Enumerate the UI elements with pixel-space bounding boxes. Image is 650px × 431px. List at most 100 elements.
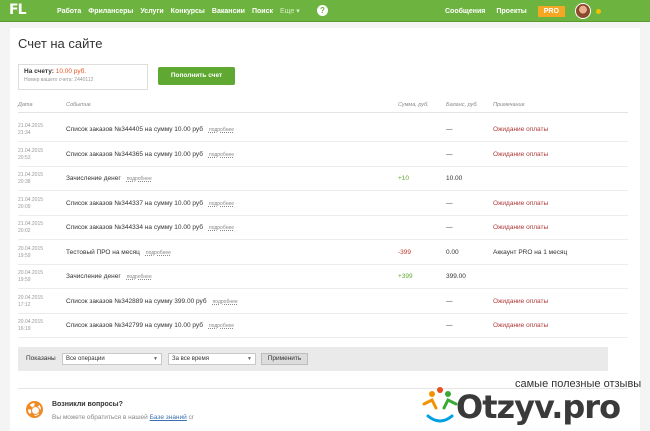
- filter-bar: Показаны Все операции ▼ За все время ▼ П…: [18, 347, 608, 371]
- row-date-day: 21.04.2015: [18, 221, 44, 227]
- row-note: Ожидание оплаты: [493, 224, 549, 231]
- nav-more-dropdown[interactable]: Еще ▾: [280, 7, 300, 15]
- row-balance: 0.00: [446, 248, 459, 256]
- row-event-text: Зачисление денег: [66, 175, 121, 182]
- nav-contests[interactable]: Конкурсы: [171, 8, 205, 15]
- chevron-down-icon: ▾: [296, 8, 300, 15]
- account-balance-box: На счету: 10.00 руб. Номер вашего счета:…: [18, 64, 148, 90]
- row-date-time: 19:59: [18, 252, 31, 259]
- table-row: 20.04.2015 16:19 Список заказов №342799 на…: [18, 314, 628, 338]
- fl-logo[interactable]: FL: [9, 2, 27, 18]
- row-balance: —: [446, 126, 453, 133]
- row-date: 21.04.2015 21:34: [18, 123, 43, 137]
- page-title: Счет на сайте: [18, 36, 103, 51]
- row-balance: —: [446, 224, 453, 231]
- chevron-down-icon: ▼: [153, 356, 158, 362]
- row-event: Зачисление денег подробнее: [66, 175, 152, 182]
- row-sum: +10: [398, 175, 410, 182]
- details-link[interactable]: подробнее: [209, 323, 234, 329]
- row-event: Список заказов №344337 на сумму 10.00 ру…: [66, 200, 234, 207]
- row-event: Список заказов №344365 на сумму 10.00 ру…: [66, 151, 234, 158]
- pro-badge[interactable]: PRO: [537, 5, 565, 17]
- row-sum: -399: [398, 248, 412, 256]
- chevron-down-icon: ▼: [247, 356, 252, 362]
- header-balance: Баланс, руб.: [446, 102, 478, 108]
- header-event: Событие: [66, 102, 91, 108]
- knowledge-base-link[interactable]: Базе знаний: [150, 414, 187, 421]
- projects-link[interactable]: Проекты: [496, 8, 526, 15]
- watermark-brand: Otzyv.pro: [456, 388, 621, 426]
- header-note: Примечание: [493, 102, 525, 108]
- row-date-time: 20:53: [18, 154, 31, 161]
- period-select-value: За все время: [172, 356, 209, 362]
- row-date-day: 21.04.2015: [18, 123, 44, 129]
- user-menu: Сообщения Проекты PRO: [445, 0, 601, 22]
- details-link[interactable]: подробнее: [209, 225, 234, 231]
- row-date-time: 20:38: [18, 179, 31, 185]
- row-date-day: 20.04.2015: [18, 294, 44, 301]
- details-link[interactable]: подробнее: [146, 250, 171, 256]
- row-date: 20.04.2015 17:12: [18, 295, 43, 309]
- row-balance: —: [446, 150, 453, 158]
- balance-label: На счету: 10.00 руб.: [24, 68, 142, 75]
- nav-vacancies[interactable]: Вакансии: [212, 8, 245, 15]
- details-link[interactable]: подробнее: [213, 299, 238, 305]
- operations-select-value: Все операции: [66, 356, 105, 362]
- help-title: Возникли вопросы?: [52, 401, 123, 408]
- table-row: 21.04.2015 20:38 Зачисление денег подробнее…: [18, 167, 628, 191]
- nav-freelancers[interactable]: Фрилансеры: [88, 8, 133, 15]
- row-date: 20.04.2015 16:19: [18, 319, 43, 333]
- main-panel: Счет на сайте На счету: 10.00 руб. Номер…: [10, 28, 640, 431]
- row-balance: —: [446, 199, 453, 207]
- row-balance: —: [446, 322, 453, 329]
- row-date-day: 20.04.2015: [18, 319, 44, 325]
- avatar[interactable]: [574, 3, 591, 19]
- row-date: 21.04.2015 20:53: [18, 148, 43, 162]
- row-event-text: Список заказов №344405 на сумму 10.00 ру…: [66, 126, 203, 133]
- balance-amount: 10.00 руб.: [55, 68, 87, 75]
- row-date-day: 21.04.2015: [18, 147, 44, 154]
- nav-search[interactable]: Поиск: [252, 8, 273, 15]
- table-row: 21.04.2015 20:02 Список заказов №344334 на…: [18, 216, 628, 240]
- details-link[interactable]: подробнее: [209, 152, 234, 158]
- row-balance: 399.00: [446, 273, 466, 280]
- header-sum: Сумма, руб.: [398, 102, 429, 108]
- apply-button[interactable]: Применить: [261, 353, 308, 365]
- row-date-day: 20.04.2015: [18, 245, 44, 252]
- row-date-day: 21.04.2015: [18, 172, 44, 178]
- details-link[interactable]: подробнее: [127, 274, 152, 280]
- account-number: Номер вашего счета: 2440112: [24, 77, 94, 83]
- row-event: Список заказов №344334 на сумму 10.00 ру…: [66, 224, 234, 231]
- details-link[interactable]: подробнее: [209, 127, 234, 133]
- messages-link[interactable]: Сообщения: [445, 8, 485, 15]
- row-event-text: Список заказов №344365 на сумму 10.00 ру…: [66, 150, 203, 158]
- row-date: 21.04.2015 20:38: [18, 172, 43, 186]
- fund-account-button[interactable]: Пополнить счет: [158, 67, 235, 85]
- row-date-time: 20:02: [18, 228, 31, 234]
- table-row: 20.04.2015 17:12 Список заказов №342889 на…: [18, 290, 628, 314]
- nav-services[interactable]: Услуги: [140, 8, 163, 15]
- row-event-text: Зачисление денег: [66, 273, 121, 280]
- help-icon[interactable]: ?: [317, 5, 328, 16]
- row-event: Список заказов №344405 на сумму 10.00 ру…: [66, 126, 234, 133]
- nav-work[interactable]: Работа: [57, 8, 81, 15]
- nav-more-label: Еще: [280, 8, 295, 15]
- details-link[interactable]: подробнее: [209, 201, 234, 207]
- row-event: Тестовый ПРО на месяц подробнее: [66, 249, 171, 256]
- row-date-time: 20:09: [18, 203, 31, 210]
- details-link[interactable]: подробнее: [127, 176, 152, 182]
- help-link-suffix: cr: [188, 414, 195, 421]
- row-date-time: 16:19: [18, 326, 31, 332]
- row-event-text: Список заказов №344337 на сумму 10.00 ру…: [66, 199, 203, 207]
- status-dot-icon: [595, 8, 601, 14]
- table-row: 21.04.2015 21:34 Список заказов №344405 на…: [18, 118, 628, 142]
- table-row: 20.04.2015 19:59 Зачисление денег подробнее…: [18, 265, 628, 289]
- row-event-text: Тестовый ПРО на месяц: [66, 248, 140, 256]
- operations-select[interactable]: Все операции ▼: [62, 353, 162, 365]
- row-event: Список заказов №342889 на сумму 399.00 р…: [66, 298, 238, 305]
- period-select[interactable]: За все время ▼: [168, 353, 256, 365]
- table-row: 21.04.2015 20:53 Список заказов №344365 на…: [18, 143, 628, 167]
- row-event: Зачисление денег подробнее: [66, 273, 152, 280]
- lifebuoy-icon: [26, 401, 43, 418]
- table-row: 21.04.2015 20:09 Список заказов №344337 на…: [18, 192, 628, 216]
